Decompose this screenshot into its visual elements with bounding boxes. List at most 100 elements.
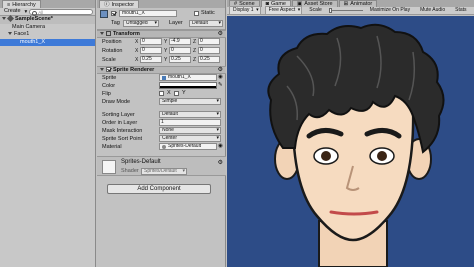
chevron-down-icon: ▾: [24, 8, 28, 15]
sprite-sort-point-label: Sprite Sort Point: [102, 136, 143, 142]
rotation-z-field[interactable]: 0: [198, 47, 220, 54]
axis-x-label: X: [135, 39, 139, 45]
scale-y-field[interactable]: 0.25: [169, 56, 191, 63]
right-pupil: [377, 151, 387, 161]
tree-item-mouth1-x[interactable]: mouth1_X: [0, 38, 95, 46]
game-view-panel: # Scene ◙ Game ▣ Asset Store ⊞ Animator …: [227, 0, 474, 267]
cartoon-face-sprite: [267, 23, 445, 267]
flip-y-label: Y: [182, 90, 186, 96]
tree-item-label: Main Camera: [12, 23, 46, 30]
sprite-field[interactable]: mouth1_X: [159, 74, 217, 81]
axis-y-label: Y: [164, 39, 168, 45]
tree-item-main-camera[interactable]: Main Camera: [0, 24, 95, 32]
tab-hierarchy[interactable]: ≡ Hierarchy: [2, 0, 41, 8]
object-name-field[interactable]: mouth1_X: [119, 10, 177, 17]
transform-header[interactable]: Transform ⚙: [97, 30, 226, 38]
material-preview-box: Sprites-Default Shader Sprites/Default ⚙: [97, 156, 226, 176]
axis-y-label: Y: [164, 48, 168, 54]
static-label: Static: [201, 10, 215, 16]
flip-y-checkbox[interactable]: [174, 91, 179, 96]
axis-y-label: Y: [164, 57, 168, 63]
color-picker-swatch[interactable]: [159, 82, 217, 89]
position-y-field[interactable]: -4.9: [169, 38, 191, 45]
left-pupil: [321, 151, 331, 161]
axis-z-label: Z: [193, 57, 197, 63]
material-name: Sprites-Default: [121, 159, 161, 165]
gameobject-icon: [100, 10, 108, 18]
draw-mode-label: Draw Mode: [102, 99, 131, 105]
object-picker-icon[interactable]: ◉: [218, 143, 223, 149]
color-label: Color: [102, 83, 116, 89]
search-input[interactable]: All: [29, 8, 93, 16]
static-checkbox[interactable]: [194, 11, 199, 16]
material-icon: [162, 145, 166, 149]
tag-dropdown[interactable]: Untagged: [123, 20, 159, 27]
eyedropper-icon[interactable]: ✎: [218, 82, 223, 88]
scene-name: SampleScene*: [15, 16, 53, 22]
tree-item-face1[interactable]: Face1: [0, 31, 95, 39]
position-x-field[interactable]: 0: [140, 38, 162, 45]
scale-slider-handle[interactable]: [328, 8, 332, 13]
sorting-layer-label: Sorting Layer: [102, 112, 135, 118]
axis-z-label: Z: [193, 48, 197, 54]
hierarchy-tab-bar: ≡ Hierarchy: [0, 0, 95, 8]
create-button[interactable]: Create: [2, 8, 23, 15]
gear-icon[interactable]: ⚙: [218, 159, 223, 166]
rotation-y-field[interactable]: 0: [169, 47, 191, 54]
position-label: Position: [102, 39, 122, 45]
game-render-area[interactable]: [227, 16, 474, 267]
position-z-field[interactable]: 0: [198, 38, 220, 45]
add-component-button[interactable]: Add Component: [107, 184, 211, 194]
expand-triangle-icon[interactable]: [100, 32, 104, 36]
flip-x-checkbox[interactable]: [159, 91, 164, 96]
sprite-label: Sprite: [102, 75, 117, 81]
expand-triangle-icon[interactable]: [8, 32, 12, 36]
draw-mode-dropdown[interactable]: Simple: [159, 98, 221, 105]
rotation-x-field[interactable]: 0: [140, 47, 162, 54]
scene-row[interactable]: SampleScene*: [0, 15, 95, 24]
inspector-tab-bar: ⓘ Inspector: [97, 0, 225, 8]
shader-label: Shader: [121, 168, 139, 174]
scale-x-field[interactable]: 0.25: [140, 56, 162, 63]
active-checkbox[interactable]: [111, 11, 116, 16]
flip-x-label: X: [167, 90, 171, 96]
material-swatch: [102, 160, 116, 174]
expand-triangle-icon[interactable]: [100, 68, 104, 72]
stats-toggle[interactable]: Stats: [452, 7, 469, 14]
hierarchy-toolbar: Create ▾ All: [0, 8, 95, 16]
material-label: Material: [102, 144, 122, 150]
maximize-on-play-toggle[interactable]: Maximize On Play: [367, 7, 413, 14]
sprite-value: mouth1_X: [168, 74, 191, 80]
layer-dropdown[interactable]: Default: [189, 20, 223, 27]
scale-label: Scale: [102, 57, 116, 63]
layer-label: Layer: [169, 20, 183, 26]
material-value: Sprites-Default: [168, 143, 202, 149]
expand-triangle-icon[interactable]: [2, 17, 6, 21]
order-in-layer-label: Order in Layer: [102, 120, 138, 126]
gear-icon[interactable]: ⚙: [218, 31, 223, 38]
axis-x-label: X: [135, 48, 139, 54]
sprite-renderer-header[interactable]: Sprite Renderer ⚙: [97, 66, 226, 74]
mute-audio-toggle[interactable]: Mute Audio: [417, 7, 448, 14]
sorting-layer-dropdown[interactable]: Default: [159, 111, 221, 118]
order-in-layer-field[interactable]: 1: [159, 119, 221, 126]
gear-icon[interactable]: ⚙: [218, 67, 223, 74]
gameobject-header: mouth1_X Static Tag Untagged Layer Defau…: [97, 8, 225, 30]
sprite-sort-point-dropdown[interactable]: Center: [159, 135, 221, 142]
component-enabled-checkbox[interactable]: [106, 67, 111, 73]
flip-label: Flip: [102, 91, 111, 97]
scale-slider[interactable]: [328, 8, 363, 13]
mask-interaction-label: Mask Interaction: [102, 128, 143, 134]
object-picker-icon[interactable]: ◉: [218, 74, 223, 80]
scale-z-field[interactable]: 0.25: [198, 56, 220, 63]
transform-title: Transform: [113, 31, 140, 37]
display-dropdown[interactable]: Display 1: [229, 6, 261, 15]
shader-dropdown[interactable]: Sprites/Default: [141, 168, 187, 175]
tree-item-label: Face1: [14, 31, 30, 37]
sprite-icon: [162, 76, 166, 80]
tab-animator[interactable]: ⊞ Animator: [338, 0, 378, 7]
material-field[interactable]: Sprites-Default: [159, 143, 217, 150]
aspect-dropdown[interactable]: Free Aspect: [264, 6, 303, 15]
mask-interaction-dropdown[interactable]: None: [159, 127, 221, 134]
tab-inspector[interactable]: ⓘ Inspector: [99, 0, 140, 8]
